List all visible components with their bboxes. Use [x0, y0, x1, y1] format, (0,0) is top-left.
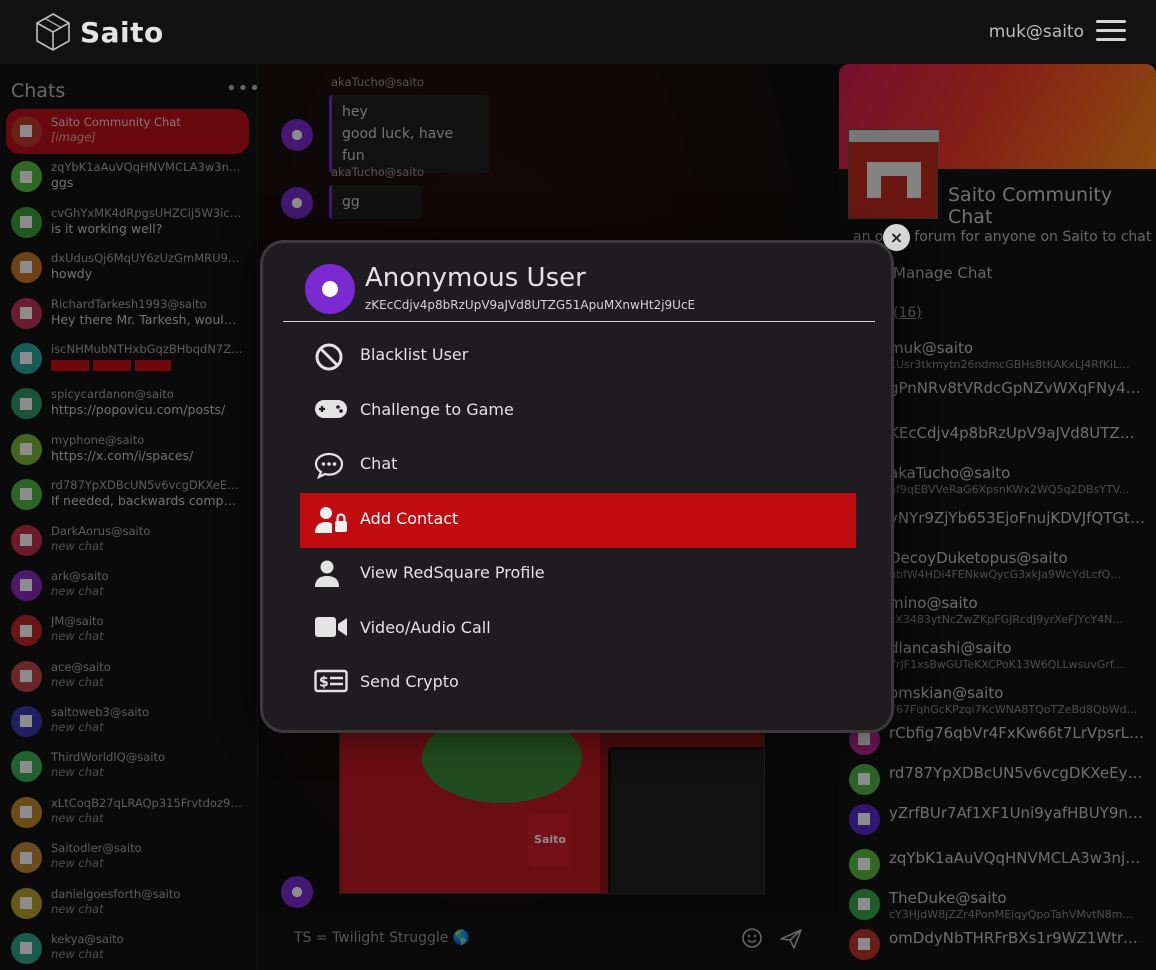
modal-close-button[interactable]: × [883, 224, 910, 251]
user-handle[interactable]: muk@saito [989, 22, 1084, 42]
comment-dots-icon [314, 451, 348, 480]
saito-logo[interactable]: Saito [34, 12, 164, 52]
user-actions-modal: Anonymous User zKEcCdjv4p8bRzUpV9aJVd8UT… [260, 240, 894, 733]
user-avatar [305, 264, 355, 314]
cube-logo-icon [36, 13, 70, 51]
modal-action-video[interactable]: Video/Audio Call [300, 602, 856, 657]
modal-action-user-lock[interactable]: Add Contact [300, 492, 856, 548]
modal-user-key: zKEcCdjv4p8bRzUpV9aJVd8UTZG51ApuMXnwHt2j… [365, 298, 696, 312]
modal-action-label: Blacklist User [360, 345, 469, 364]
logo-text: Saito [80, 15, 164, 49]
modal-action-user[interactable]: View RedSquare Profile [300, 547, 856, 602]
modal-action-ban[interactable]: Blacklist User [300, 329, 856, 384]
menu-hamburger-icon[interactable] [1096, 20, 1126, 42]
app-header: Saito muk@saito [0, 0, 1156, 64]
modal-action-label: Challenge to Game [360, 399, 514, 419]
user-icon [314, 560, 348, 588]
money-bill-icon: $ [314, 669, 348, 697]
modal-divider [283, 321, 875, 322]
user-lock-icon [314, 506, 348, 534]
ban-icon [314, 342, 348, 371]
modal-action-comment-dots[interactable]: Chat [300, 438, 856, 493]
modal-action-money-bill[interactable]: $ Send Crypto [300, 656, 856, 711]
video-icon [314, 615, 348, 643]
modal-action-label: Video/Audio Call [360, 617, 491, 637]
modal-action-gamepad[interactable]: Challenge to Game [300, 384, 856, 439]
modal-action-label: Chat [360, 454, 398, 473]
modal-action-label: Send Crypto [360, 672, 459, 691]
gamepad-icon [314, 397, 348, 425]
svg-text:$: $ [319, 675, 329, 691]
modal-user-name: Anonymous User [365, 263, 586, 293]
modal-action-label: Add Contact [360, 508, 459, 528]
modal-action-label: View RedSquare Profile [360, 563, 545, 582]
